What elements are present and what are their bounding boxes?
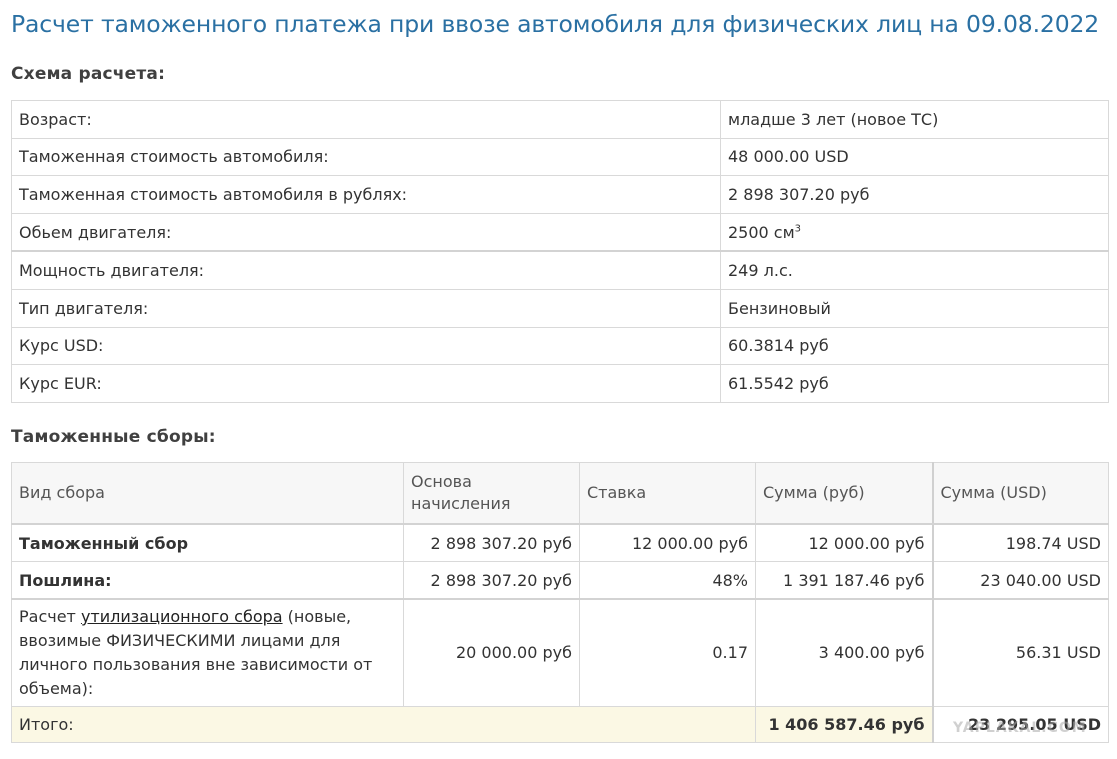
table-row: Таможенная стоимость автомобиля в рублях… bbox=[11, 175, 1109, 214]
total-sum-rub: 1 406 587.46 руб bbox=[755, 706, 933, 743]
fee-name-prefix: Расчет bbox=[19, 607, 81, 626]
row-label: Тип двигателя: bbox=[11, 288, 721, 328]
fee-sum-usd: 198.74 USD bbox=[931, 523, 1109, 562]
table-row: Пошлина: 2 898 307.20 руб 48% 1 391 187.… bbox=[11, 561, 1109, 600]
fee-sum-usd: 23 040.00 USD bbox=[931, 561, 1109, 600]
table-row: Мощность двигателя: 249 л.с. bbox=[11, 250, 1109, 290]
fee-rate: 0.17 bbox=[579, 598, 756, 707]
table-row: Тип двигателя: Бензиновый bbox=[11, 288, 1109, 328]
page-title: Расчет таможенного платежа при ввозе авт… bbox=[11, 10, 1100, 38]
table-row: Возраст: младше 3 лет (новое ТС) bbox=[11, 100, 1109, 139]
row-value: младше 3 лет (новое ТС) bbox=[720, 100, 1109, 139]
row-value: 2500 см3 bbox=[720, 212, 1109, 253]
table-row: Расчет утилизационного сбора (новые, вво… bbox=[11, 598, 1109, 707]
row-value: 61.5542 руб bbox=[720, 364, 1109, 403]
table-row: Таможенный сбор 2 898 307.20 руб 12 000.… bbox=[11, 523, 1109, 562]
fee-sum-rub: 1 391 187.46 руб bbox=[755, 561, 933, 600]
row-value: Бензиновый bbox=[720, 288, 1109, 328]
fee-base: 2 898 307.20 руб bbox=[403, 523, 580, 562]
fee-sum-rub: 3 400.00 руб bbox=[755, 598, 933, 707]
fee-rate: 48% bbox=[579, 561, 756, 600]
row-label: Мощность двигателя: bbox=[11, 250, 721, 290]
fee-name: Таможенный сбор bbox=[11, 523, 404, 562]
fees-table: Вид сбора Основа начисления Ставка Сумма… bbox=[11, 462, 1109, 743]
fee-base: 20 000.00 руб bbox=[403, 598, 580, 707]
total-row: Итого: 1 406 587.46 руб 23 295.05 USD bbox=[11, 706, 1109, 743]
fee-name: Пошлина: bbox=[11, 561, 404, 600]
table-row: Обьем двигателя: 2500 см3 bbox=[11, 212, 1109, 253]
row-label: Курс EUR: bbox=[11, 364, 721, 403]
row-value: 249 л.с. bbox=[720, 250, 1109, 290]
header-base: Основа начисления bbox=[403, 462, 580, 525]
row-value: 48 000.00 USD bbox=[720, 137, 1109, 177]
superscript: 3 bbox=[794, 223, 802, 235]
scheme-table: Возраст: младше 3 лет (новое ТС) Таможен… bbox=[11, 100, 1109, 403]
header-sum-rub: Сумма (руб) bbox=[755, 462, 933, 525]
row-value: 60.3814 руб bbox=[720, 326, 1109, 366]
scheme-heading: Схема расчета: bbox=[11, 64, 166, 84]
row-label: Таможенная стоимость автомобиля в рублях… bbox=[11, 175, 721, 214]
watermark: YAPLAKAL.COM bbox=[953, 720, 1087, 736]
fee-sum-usd: 56.31 USD bbox=[931, 598, 1109, 707]
fee-name: Расчет утилизационного сбора (новые, вво… bbox=[11, 598, 404, 707]
row-value: 2 898 307.20 руб bbox=[720, 175, 1109, 214]
row-label: Возраст: bbox=[11, 100, 721, 139]
table-header-row: Вид сбора Основа начисления Ставка Сумма… bbox=[11, 462, 1109, 525]
fees-heading: Таможенные сборы: bbox=[11, 427, 216, 447]
table-row: Курс EUR: 61.5542 руб bbox=[11, 364, 1109, 403]
utilization-fee-link[interactable]: утилизационного сбора bbox=[81, 607, 283, 626]
header-rate: Ставка bbox=[579, 462, 756, 525]
fee-base: 2 898 307.20 руб bbox=[403, 561, 580, 600]
row-label: Таможенная стоимость автомобиля: bbox=[11, 137, 721, 177]
row-label: Курс USD: bbox=[11, 326, 721, 366]
header-fee-type: Вид сбора bbox=[11, 462, 404, 525]
header-sum-usd: Сумма (USD) bbox=[931, 462, 1109, 525]
row-label: Обьем двигателя: bbox=[11, 212, 721, 253]
table-row: Таможенная стоимость автомобиля: 48 000.… bbox=[11, 137, 1109, 177]
fee-sum-rub: 12 000.00 руб bbox=[755, 523, 933, 562]
fee-rate: 12 000.00 руб bbox=[579, 523, 756, 562]
engine-volume-value: 2500 см bbox=[728, 222, 795, 242]
total-label: Итого: bbox=[11, 706, 756, 743]
table-row: Курс USD: 60.3814 руб bbox=[11, 326, 1109, 366]
